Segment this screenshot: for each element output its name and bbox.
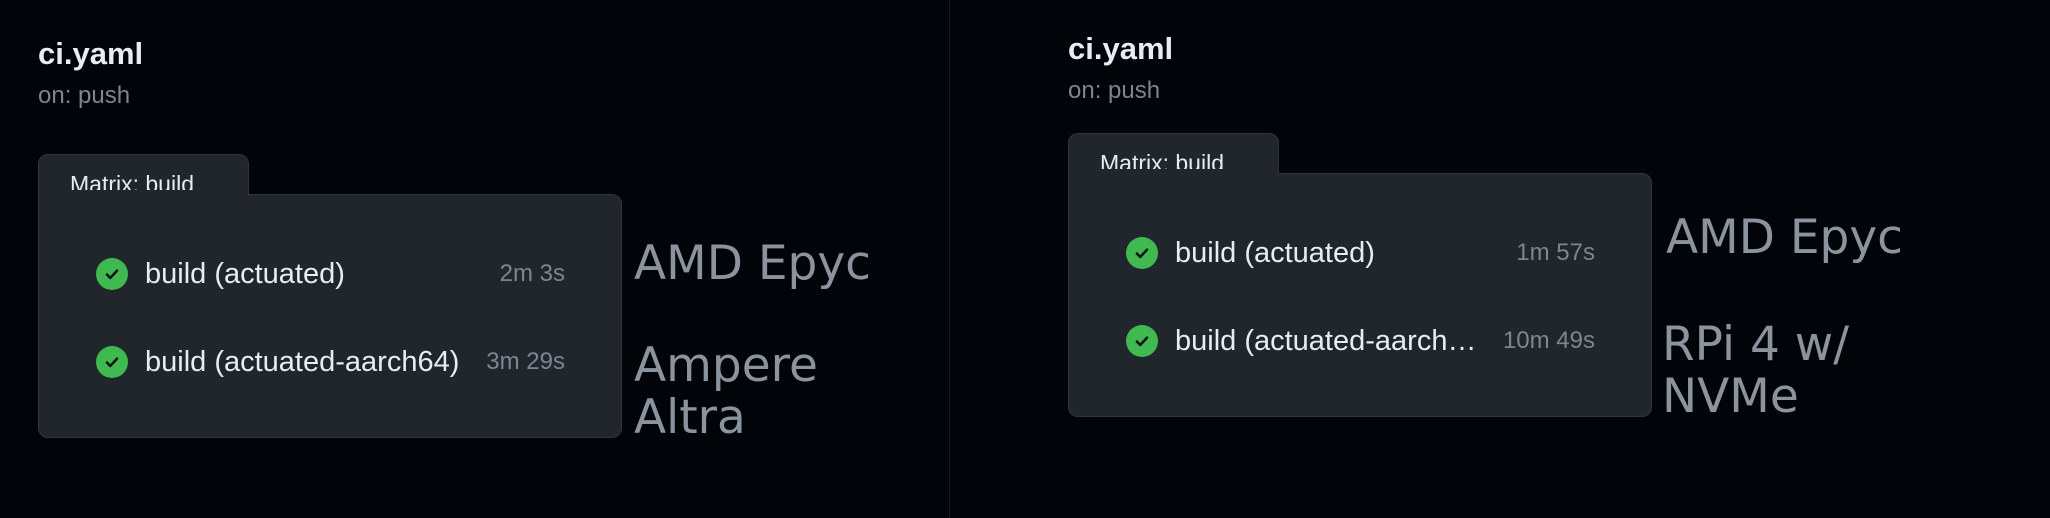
- job-row[interactable]: build (actuated) 1m 57s: [1069, 228, 1651, 278]
- job-name: build (actuated): [145, 257, 345, 290]
- workflow-trigger: on: push: [1068, 77, 1161, 104]
- workflow-comparison: ci.yaml on: push Matrix: build build (ac…: [0, 0, 2050, 518]
- job-name: build (actuated-aarch…: [1175, 324, 1477, 357]
- job-duration: 2m 3s: [499, 260, 565, 287]
- runner-annotation: Ampere Altra: [634, 338, 818, 445]
- job-name: build (actuated): [1175, 236, 1375, 269]
- workflow-title[interactable]: ci.yaml: [38, 36, 143, 72]
- check-circle-icon: [96, 346, 128, 378]
- check-circle-icon: [1126, 325, 1158, 357]
- runner-annotation: AMD Epyc: [1666, 210, 1904, 265]
- tab-join: [39, 190, 248, 200]
- runner-annotation: RPi 4 w/ NVMe: [1662, 317, 1850, 424]
- runner-annotation: AMD Epyc: [634, 236, 872, 291]
- workflow-trigger: on: push: [38, 82, 131, 109]
- workflow-title[interactable]: ci.yaml: [1068, 31, 1173, 67]
- job-duration: 1m 57s: [1516, 239, 1595, 266]
- job-row[interactable]: build (actuated-aarch… 10m 49s: [1069, 316, 1651, 366]
- matrix-card: build (actuated) 1m 57s build (actuated-…: [1068, 173, 1652, 417]
- job-name: build (actuated-aarch64): [145, 345, 460, 378]
- tab-join: [1069, 169, 1278, 179]
- check-circle-icon: [96, 258, 128, 290]
- job-row[interactable]: build (actuated-aarch64) 3m 29s: [39, 337, 621, 387]
- workflow-panel-left: ci.yaml on: push Matrix: build build (ac…: [0, 0, 949, 518]
- matrix-card: build (actuated) 2m 3s build (actuated-a…: [38, 194, 622, 438]
- workflow-panel-right: ci.yaml on: push Matrix: build build (ac…: [950, 0, 2050, 518]
- job-duration: 10m 49s: [1502, 327, 1595, 354]
- job-duration: 3m 29s: [486, 348, 565, 375]
- check-circle-icon: [1126, 237, 1158, 269]
- job-row[interactable]: build (actuated) 2m 3s: [39, 249, 621, 299]
